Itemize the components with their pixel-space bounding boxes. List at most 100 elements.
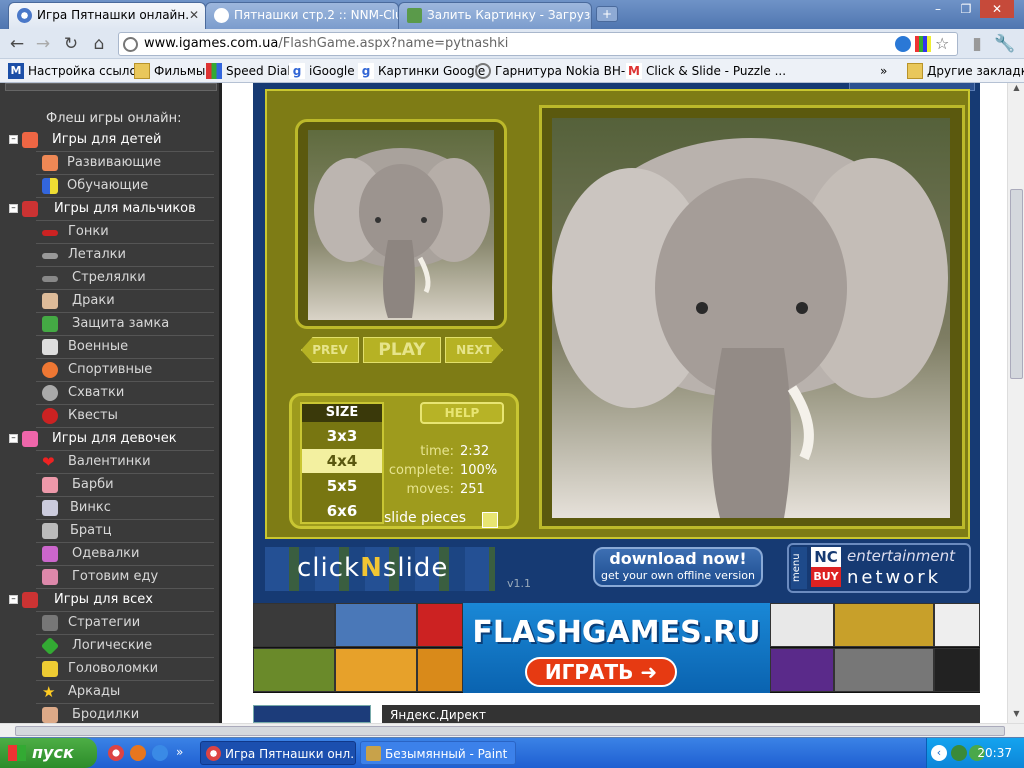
bookmark-speed-dial[interactable]: Speed Dial (206, 63, 291, 79)
tray-expand-icon[interactable]: ‹ (931, 745, 947, 761)
bratz-icon (42, 523, 58, 539)
banner-play-button[interactable]: ИГРАТЬ ➜ (525, 657, 677, 687)
sidebar-item-arcade[interactable]: ★ Аркады (42, 682, 120, 702)
collapse-icon[interactable]: – (9, 595, 18, 604)
firefox-quicklaunch-icon[interactable] (130, 745, 146, 761)
ie-tab-icon[interactable] (895, 36, 911, 52)
category-girls[interactable]: Игры для девочек (22, 429, 177, 449)
sidebar-item-developing[interactable]: Развивающие (42, 153, 161, 173)
size-option-3x3[interactable]: 3x3 (302, 424, 382, 448)
bookmarks-overflow[interactable]: » (880, 63, 887, 79)
collapse-icon[interactable]: – (9, 135, 18, 144)
tab-igames[interactable]: Игра Пятнашки онлайн. ✕ (8, 2, 206, 29)
sidebar-item-dress-up[interactable]: Одевалки (42, 544, 139, 564)
scroll-thumb[interactable] (15, 726, 1005, 736)
task-paint-window[interactable]: Безымянный - Paint (360, 741, 516, 765)
bookmark-other[interactable]: Другие закладки (907, 63, 1024, 79)
sidebar-item-educational[interactable]: Обучающие (42, 176, 148, 196)
sidebar-item-adventure[interactable]: Бродилки (42, 705, 139, 723)
category-kids[interactable]: Игры для детей (22, 130, 161, 150)
bookmark-click-slide[interactable]: M Click & Slide - Puzzle ... (626, 63, 786, 79)
task-chrome-window[interactable]: Игра Пятнашки онл... (200, 741, 356, 765)
prev-button[interactable]: PREV (301, 337, 359, 363)
elephant-puzzle-image[interactable] (552, 118, 950, 518)
url-text[interactable]: www.igames.com.ua/FlashGame.aspx?name=py… (144, 36, 508, 51)
tab-upload-picture[interactable]: Залить Картинку - Загрузить (398, 2, 592, 29)
flashgames-ad[interactable]: FLASHGAMES.RU ИГРАТЬ ➜ (463, 603, 770, 693)
collapse-icon[interactable]: – (9, 204, 18, 213)
clicknslide-logo[interactable]: clickNslide (297, 553, 448, 583)
slide-pieces-toggle[interactable]: slide pieces (384, 510, 498, 528)
sidebar-item-bratz[interactable]: Братц (42, 521, 112, 541)
sidebar-item-strategy[interactable]: Стратегии (42, 613, 140, 633)
next-button[interactable]: NEXT (445, 337, 503, 363)
bookmark-films[interactable]: Фильмы (134, 63, 205, 79)
close-tab-icon[interactable]: ✕ (189, 3, 199, 28)
address-bar[interactable]: www.igames.com.ua/FlashGame.aspx?name=py… (118, 32, 958, 56)
forward-icon[interactable]: → (32, 33, 54, 55)
play-button[interactable]: PLAY (363, 337, 441, 363)
scroll-down-icon[interactable]: ▼ (1008, 709, 1024, 723)
ncbuy-network-logo[interactable]: menu NC BUY entertainment network (787, 543, 971, 593)
sidebar-item-valentines[interactable]: ❤ Валентинки (42, 452, 151, 472)
scroll-thumb[interactable] (1010, 189, 1023, 379)
puzzle-board[interactable] (539, 105, 965, 529)
sidebar-item-shooters[interactable]: Стрелялки (42, 268, 146, 288)
size-option-6x6[interactable]: 6x6 (302, 499, 382, 523)
sidebar-item-battles[interactable]: Схватки (42, 383, 124, 403)
yandex-direct-header[interactable]: Яндекс.Директ (382, 705, 980, 723)
chrome-quicklaunch-icon[interactable] (108, 745, 124, 761)
new-tab-button[interactable]: + (596, 6, 618, 22)
sidebar-item-puzzles[interactable]: Головоломки (42, 659, 158, 679)
click-n-slide-game[interactable]: PREV PLAY NEXT SIZE 3x3 4x4 5x5 6x6 HELP… (265, 89, 970, 539)
restore-button[interactable]: ❐ (952, 0, 980, 18)
paint-icon (366, 746, 381, 761)
download-now-button[interactable]: download now! get your own offline versi… (593, 547, 763, 587)
size-option-4x4[interactable]: 4x4 (302, 449, 382, 473)
puzzle-icon (42, 661, 58, 677)
size-option-5x5[interactable]: 5x5 (302, 474, 382, 498)
sidebar-item-cooking[interactable]: Готовим еду (42, 567, 158, 587)
sidebar-item-flying[interactable]: Леталки (42, 245, 126, 265)
ie-quicklaunch-icon[interactable] (152, 745, 168, 761)
vertical-scrollbar[interactable]: ▲ ▼ (1007, 83, 1024, 723)
image-upload-icon (407, 8, 422, 23)
sidebar-item-barbie[interactable]: Барби (42, 475, 114, 495)
category-all[interactable]: Игры для всех (22, 590, 153, 610)
quicklaunch-expand-icon[interactable]: » (176, 745, 192, 761)
tab-nnm-club[interactable]: Пятнашки стр.2 :: NNM-Club (205, 2, 399, 29)
bookmark-nokia[interactable]: Гарнитура Nokia BH-... (475, 63, 637, 79)
category-boys[interactable]: Игры для мальчиков (22, 199, 196, 219)
sidebar-item-sports[interactable]: Спортивные (42, 360, 152, 380)
sidebar-item-quests[interactable]: Квесты (42, 406, 118, 426)
bookmark-igoogle[interactable]: g iGoogle (289, 63, 355, 79)
back-icon[interactable]: ← (6, 33, 28, 55)
sidebar-item-military[interactable]: Военные (42, 337, 128, 357)
sidebar-item-fights[interactable]: Драки (42, 291, 115, 311)
flashgames-banner[interactable]: FLASHGAMES.RU ИГРАТЬ ➜ (253, 603, 980, 693)
extension-icon[interactable] (915, 36, 931, 52)
bookmark-star-icon[interactable]: ☆ (935, 36, 951, 52)
collapse-icon[interactable]: – (9, 434, 18, 443)
size-selector: SIZE 3x3 4x4 5x5 6x6 (300, 402, 384, 524)
sidebar-item-racing[interactable]: Гонки (42, 222, 109, 242)
bookmark-settings[interactable]: M Настройка ссылок (8, 63, 144, 79)
minimize-button[interactable]: – (924, 0, 952, 18)
sidebar-item-winx[interactable]: Винкс (42, 498, 111, 518)
horizontal-scrollbar[interactable] (0, 723, 1024, 737)
network-tray-icon[interactable] (951, 745, 967, 761)
home-icon[interactable]: ⌂ (88, 33, 110, 55)
help-button[interactable]: HELP (420, 402, 504, 424)
start-button[interactable]: пуск (0, 738, 97, 768)
scroll-up-icon[interactable]: ▲ (1008, 83, 1024, 97)
close-window-button[interactable]: ✕ (980, 0, 1014, 18)
wrench-icon[interactable]: 🔧 (994, 33, 1016, 55)
folder-icon (907, 63, 923, 79)
sidebar-item-logic[interactable]: Логические (40, 636, 152, 656)
sidebar-item-castle-defense[interactable]: Защита замка (42, 314, 169, 334)
slide-pieces-checkbox[interactable] (482, 512, 498, 528)
nc-menu-button[interactable]: menu (791, 547, 807, 589)
globe-icon (475, 63, 491, 79)
bookmark-google-images[interactable]: g Картинки Google (358, 63, 485, 79)
reload-icon[interactable]: ↻ (60, 33, 82, 55)
